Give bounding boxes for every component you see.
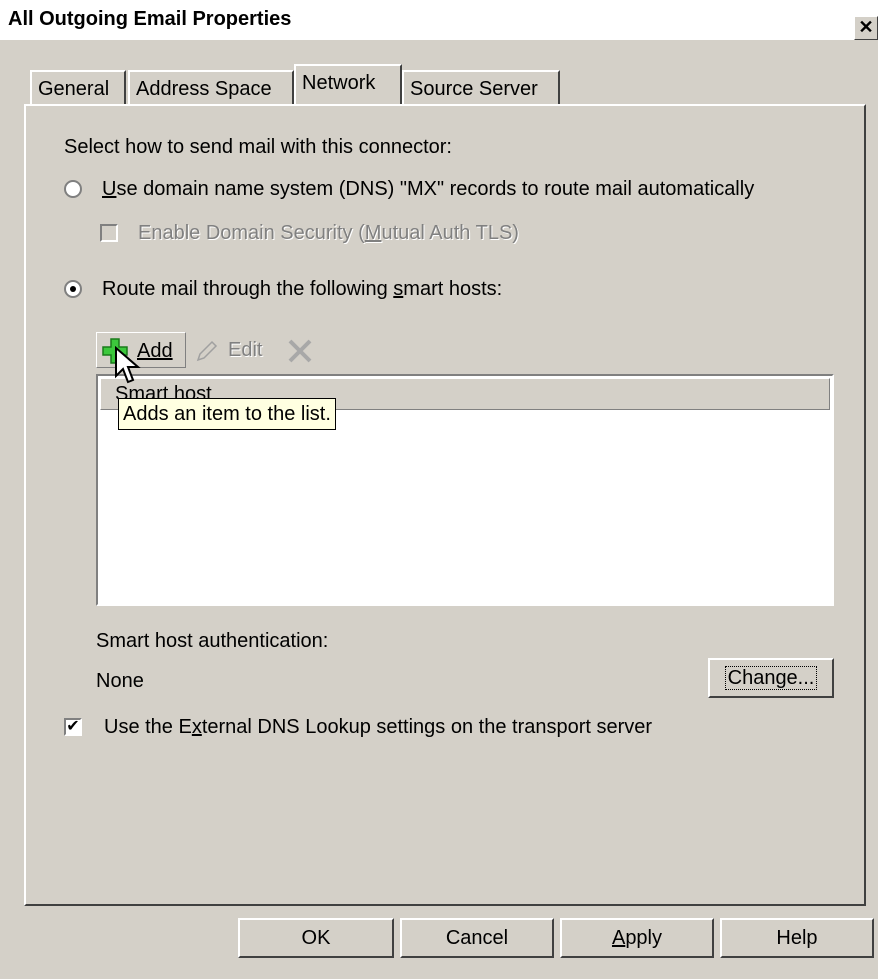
edit-button[interactable]: Edit bbox=[194, 332, 274, 368]
tab-label: Source Server bbox=[410, 78, 538, 100]
apply-button[interactable]: Apply bbox=[560, 918, 714, 958]
smart-host-label[interactable]: Route mail through the following smart h… bbox=[102, 278, 502, 301]
remove-button[interactable] bbox=[286, 338, 316, 364]
tab-label: Network bbox=[302, 72, 376, 94]
delete-icon bbox=[288, 339, 312, 363]
tab-source-server[interactable]: Source Server bbox=[402, 70, 560, 104]
apply-label: Apply bbox=[611, 927, 663, 949]
domain-security-checkbox[interactable] bbox=[100, 224, 118, 242]
cancel-label: Cancel bbox=[445, 927, 509, 949]
tab-label: General bbox=[38, 78, 110, 100]
checkmark-icon: ✔ bbox=[66, 718, 80, 735]
edit-label: Edit bbox=[228, 339, 263, 361]
auth-label: Smart host authentication: bbox=[96, 630, 329, 652]
ok-button[interactable]: OK bbox=[238, 918, 394, 958]
title-bar: All Outgoing Email Properties ✕ bbox=[0, 0, 878, 41]
external-dns-label[interactable]: Use the External DNS Lookup settings on … bbox=[104, 716, 652, 739]
add-tooltip: Adds an item to the list. bbox=[118, 398, 336, 430]
add-label: Add bbox=[137, 340, 173, 362]
help-button[interactable]: Help bbox=[720, 918, 874, 958]
tab-label: Address Space bbox=[136, 78, 272, 100]
external-dns-checkbox[interactable]: ✔ bbox=[64, 718, 82, 736]
help-label: Help bbox=[776, 927, 818, 949]
change-label: Change... bbox=[724, 666, 818, 690]
auth-value: None bbox=[96, 670, 144, 692]
properties-dialog: All Outgoing Email Properties ✕ General … bbox=[0, 0, 878, 979]
section-label: Select how to send mail with this connec… bbox=[64, 136, 452, 158]
domain-security-label: Enable Domain Security (Mutual Auth TLS) bbox=[138, 222, 519, 244]
close-icon: ✕ bbox=[858, 17, 874, 37]
tab-general[interactable]: General bbox=[30, 70, 126, 104]
dns-mx-radio[interactable] bbox=[64, 180, 82, 198]
cancel-button[interactable]: Cancel bbox=[400, 918, 554, 958]
pencil-icon bbox=[196, 340, 218, 362]
dns-mx-label[interactable]: Use domain name system (DNS) "MX" record… bbox=[102, 178, 754, 201]
mouse-cursor-icon bbox=[115, 346, 141, 384]
tab-address-space[interactable]: Address Space bbox=[128, 70, 294, 104]
window-title: All Outgoing Email Properties bbox=[8, 8, 292, 30]
ok-label: OK bbox=[301, 927, 331, 949]
tab-network[interactable]: Network bbox=[294, 64, 402, 104]
smart-host-radio[interactable] bbox=[64, 280, 82, 298]
change-button[interactable]: Change... bbox=[708, 658, 834, 698]
close-button[interactable]: ✕ bbox=[854, 16, 878, 40]
